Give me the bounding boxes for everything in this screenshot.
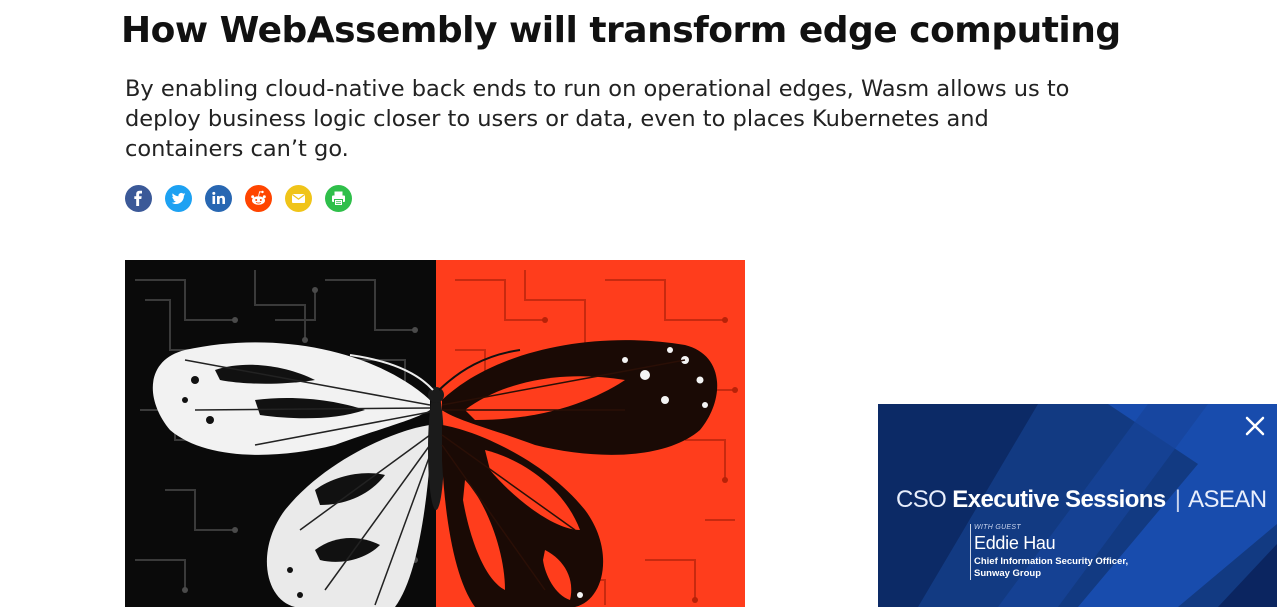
article-headline: How WebAssembly will transform edge comp… bbox=[121, 10, 1121, 51]
facebook-icon bbox=[134, 190, 142, 206]
facebook-share-button[interactable] bbox=[125, 185, 152, 212]
hero-image bbox=[125, 260, 745, 607]
share-bar bbox=[125, 185, 352, 212]
ad-guest: WITH GUEST Eddie Hau Chief Information S… bbox=[970, 524, 1128, 580]
linkedin-icon bbox=[212, 191, 225, 204]
ad-region: ASEAN bbox=[1188, 486, 1267, 513]
linkedin-share-button[interactable] bbox=[205, 185, 232, 212]
video-ad[interactable]: CSO Executive Sessions | ASEAN WITH GUES… bbox=[878, 404, 1277, 607]
twitter-icon bbox=[171, 192, 186, 204]
article-dek: By enabling cloud-native back ends to ru… bbox=[125, 76, 1070, 162]
butterfly-illustration bbox=[125, 260, 745, 607]
close-ad-button[interactable] bbox=[1241, 412, 1269, 440]
reddit-share-button[interactable] bbox=[245, 185, 272, 212]
twitter-share-button[interactable] bbox=[165, 185, 192, 212]
email-share-button[interactable] bbox=[285, 185, 312, 212]
ad-separator: | bbox=[1174, 486, 1181, 513]
close-icon bbox=[1245, 416, 1265, 436]
ad-title: CSO Executive Sessions | ASEAN bbox=[896, 486, 1267, 514]
print-share-button[interactable] bbox=[325, 185, 352, 212]
ad-guest-name: Eddie Hau bbox=[974, 533, 1056, 553]
ad-guest-role-line2: Sunway Group bbox=[974, 568, 1042, 579]
ad-brand: CSO bbox=[896, 486, 947, 513]
ad-series-title: Executive Sessions bbox=[952, 486, 1166, 513]
reddit-icon bbox=[251, 190, 266, 205]
email-icon bbox=[291, 194, 306, 203]
ad-with-guest-label: WITH GUEST bbox=[974, 524, 1021, 531]
print-icon bbox=[332, 191, 345, 206]
ad-guest-role-line1: Chief Information Security Officer, bbox=[974, 556, 1129, 567]
